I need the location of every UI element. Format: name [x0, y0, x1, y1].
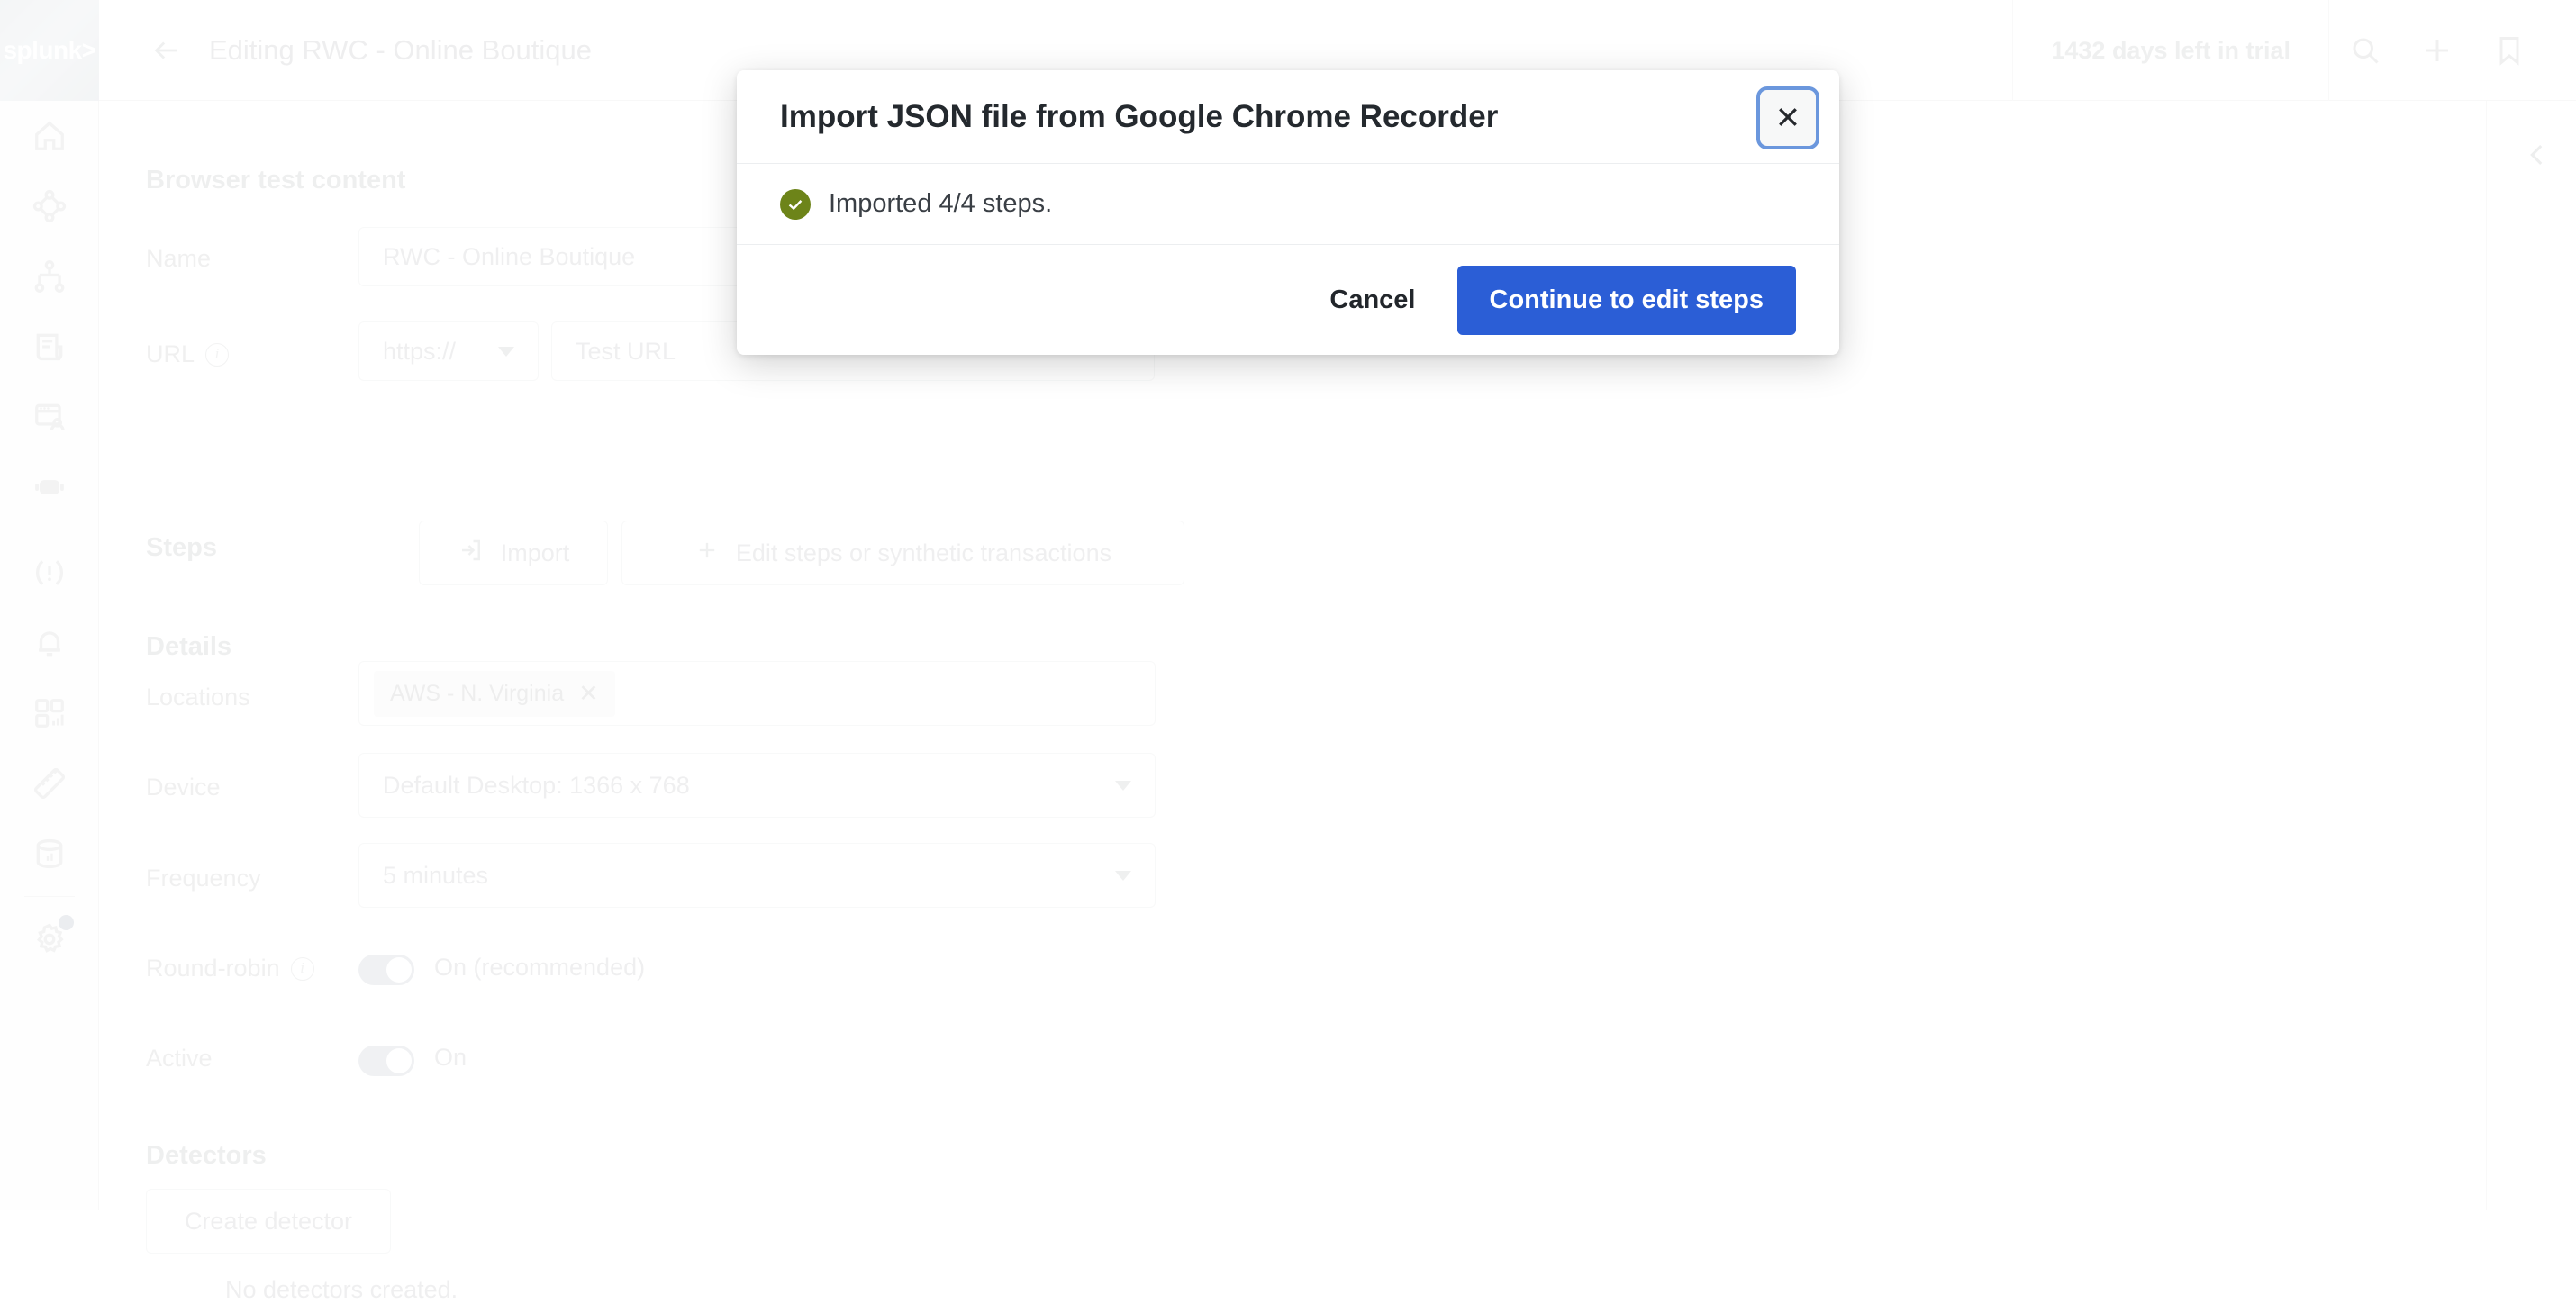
location-chip[interactable]: AWS - N. Virginia ✕ — [374, 671, 615, 717]
chevron-down-icon — [498, 347, 514, 357]
active-toggle[interactable] — [358, 1046, 414, 1076]
url-label-text: URL — [146, 340, 195, 368]
apm-icon — [32, 189, 67, 223]
section-details: Details — [146, 632, 231, 662]
info-icon[interactable]: i — [205, 343, 229, 367]
sidebar-item-apm[interactable] — [0, 171, 99, 241]
right-panel — [2486, 101, 2576, 1210]
section-steps: Steps — [146, 533, 217, 563]
device-value: Default Desktop: 1366 x 768 — [383, 772, 690, 800]
continue-to-edit-steps-button[interactable]: Continue to edit steps — [1457, 266, 1797, 335]
url-scheme-select[interactable]: https:// — [358, 321, 539, 381]
import-button[interactable]: Import — [419, 521, 608, 585]
infrastructure-icon — [32, 259, 67, 294]
sidebar-item-logs[interactable] — [0, 312, 99, 382]
section-detectors: Detectors — [146, 1141, 267, 1171]
device-select[interactable]: Default Desktop: 1366 x 768 — [358, 753, 1156, 818]
top-bar-actions: 1432 days left in trial — [2012, 0, 2576, 101]
chevron-left-icon[interactable] — [2522, 140, 2553, 170]
edit-steps-button-label: Edit steps or synthetic transactions — [736, 539, 1111, 567]
device-label: Device — [146, 774, 221, 801]
name-label: Name — [146, 245, 211, 273]
chevron-down-icon — [1115, 871, 1131, 881]
import-icon — [458, 537, 485, 570]
close-icon[interactable]: ✕ — [578, 680, 599, 708]
active-value: On — [434, 1044, 467, 1072]
locations-label: Locations — [146, 684, 250, 711]
import-status-text: Imported 4/4 steps. — [829, 189, 1052, 219]
round-robin-label: Round-robin i — [146, 955, 314, 983]
sidebar-item-notifications[interactable] — [0, 608, 99, 678]
sidebar-item-metrics[interactable] — [0, 748, 99, 819]
chevron-down-icon — [1115, 781, 1131, 791]
frequency-value: 5 minutes — [383, 862, 488, 890]
notifications-bell-icon — [32, 626, 67, 660]
create-detector-button[interactable]: Create detector — [146, 1189, 391, 1254]
splunk-logo[interactable]: splunk> — [0, 0, 99, 101]
dialog-body: Imported 4/4 steps. — [737, 164, 1839, 245]
dashboards-icon — [32, 696, 67, 730]
left-nav-rail: splunk> — [0, 0, 99, 1210]
nav-icon-list — [0, 101, 99, 974]
sidebar-item-home[interactable] — [0, 101, 99, 171]
back-arrow-icon[interactable] — [151, 35, 182, 66]
info-icon[interactable]: i — [291, 957, 314, 981]
frequency-label: Frequency — [146, 865, 261, 892]
round-robin-toggle[interactable] — [358, 955, 414, 985]
alerts-icon — [32, 556, 67, 590]
location-chip-label: AWS - N. Virginia — [390, 681, 564, 707]
settings-notification-dot — [59, 915, 74, 930]
dialog-title: Import JSON file from Google Chrome Reco… — [780, 99, 1498, 135]
close-button[interactable] — [1760, 90, 1816, 146]
dialog-footer: Cancel Continue to edit steps — [737, 245, 1839, 355]
import-json-dialog: Import JSON file from Google Chrome Reco… — [737, 70, 1839, 355]
bookmark-icon[interactable] — [2473, 0, 2545, 101]
close-icon — [1774, 104, 1801, 133]
sidebar-item-alerts[interactable] — [0, 538, 99, 608]
round-robin-value: On (recommended) — [434, 954, 645, 982]
trial-status: 1432 days left in trial — [2012, 0, 2329, 101]
active-label: Active — [146, 1045, 213, 1073]
no-detectors-text: No detectors created. — [225, 1276, 458, 1304]
edit-steps-button[interactable]: Edit steps or synthetic transactions — [621, 521, 1184, 585]
create-detector-label: Create detector — [185, 1208, 352, 1236]
splunk-wordmark: splunk> — [3, 36, 95, 65]
plus-icon-small — [694, 538, 720, 569]
round-robin-label-text: Round-robin — [146, 955, 280, 983]
url-scheme-value: https:// — [383, 338, 456, 366]
sidebar-item-settings[interactable] — [0, 904, 99, 974]
home-icon — [32, 119, 67, 153]
toggle-knob — [386, 1048, 412, 1073]
page-title: Editing RWC - Online Boutique — [209, 34, 592, 67]
sidebar-item-dashboards[interactable] — [0, 678, 99, 748]
rum-icon — [32, 400, 67, 434]
import-button-label: Import — [501, 539, 570, 567]
section-browser-test-content: Browser test content — [146, 166, 405, 195]
nav-divider-bottom — [24, 896, 75, 897]
sidebar-item-infrastructure[interactable] — [0, 241, 99, 312]
locations-input[interactable]: AWS - N. Virginia ✕ — [358, 661, 1156, 726]
sidebar-item-synthetics[interactable] — [0, 452, 99, 522]
data-management-icon — [32, 837, 67, 871]
dialog-header: Import JSON file from Google Chrome Reco… — [737, 70, 1839, 164]
success-check-icon — [780, 189, 811, 220]
frequency-select[interactable]: 5 minutes — [358, 843, 1156, 908]
toggle-knob — [386, 957, 412, 983]
cancel-button[interactable]: Cancel — [1304, 271, 1440, 330]
sidebar-item-data[interactable] — [0, 819, 99, 889]
search-icon[interactable] — [2329, 0, 2401, 101]
sidebar-item-rum[interactable] — [0, 382, 99, 452]
logs-icon — [32, 330, 67, 364]
synthetics-robot-icon — [32, 470, 67, 504]
metrics-ruler-icon — [32, 766, 67, 801]
url-label: URL i — [146, 340, 229, 368]
plus-icon[interactable] — [2401, 0, 2473, 101]
